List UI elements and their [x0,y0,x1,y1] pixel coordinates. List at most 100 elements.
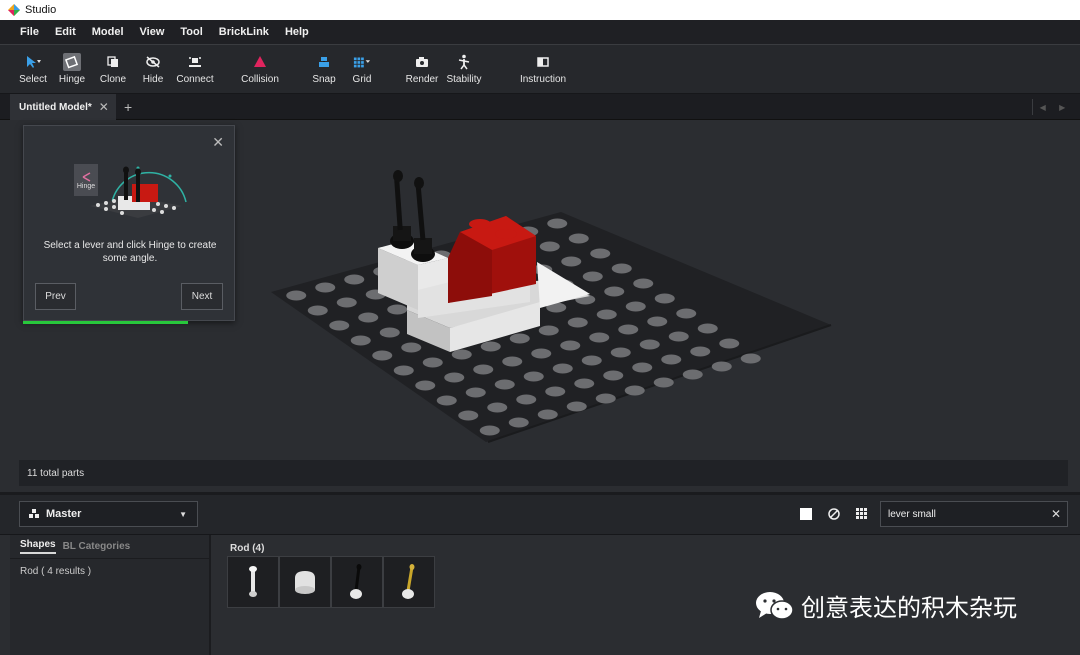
baseplate-stud [387,304,408,315]
baseplate[interactable] [271,212,832,443]
chevron-left-icon[interactable]: ◀ [1040,103,1046,112]
render-tool-button[interactable]: Render [400,53,444,85]
palette-set-label: Master [46,508,82,520]
next-button[interactable]: Next [181,283,223,310]
close-icon[interactable]: ✕ [99,100,109,114]
collision-triangle-icon [251,53,269,71]
hide-tool-label: Hide [142,74,164,85]
baseplate-stud [582,271,603,282]
lever-black-2[interactable] [411,177,435,262]
menu-edit[interactable]: Edit [47,26,84,38]
square-view-icon[interactable] [799,507,813,521]
instruction-tool-button[interactable]: Instruction [520,53,566,85]
palette-set-select[interactable]: Master ▼ [19,501,198,527]
tab-label: Untitled Model* [19,101,92,113]
baseplate-stud [618,324,639,335]
rod-white-icon [249,566,257,597]
part-search-input[interactable]: lever small ✕ [880,501,1068,527]
baseplate-stud [509,333,530,344]
search-value: lever small [888,508,936,520]
baseplate-stud [539,241,560,252]
grid-icon [353,53,371,71]
watermark-text: 创意表达的积木杂玩 [801,594,1017,622]
grid-view-icon[interactable] [855,507,869,521]
bricks-icon [29,509,39,518]
part-tile-lever-black[interactable] [331,556,383,608]
tab-untitled-model[interactable]: Untitled Model* ✕ [10,94,116,120]
baseplate-stud [372,350,393,361]
connect-tool-button[interactable]: Connect [173,53,217,85]
baseplate-stud [654,293,675,304]
part-tile-lever-gold[interactable] [383,556,435,608]
category-tabs: Shapes BL Categories [10,535,209,559]
document-tab-bar: Untitled Model* ✕ + ◀ ▶ [0,94,1080,120]
baseplate-stud [567,317,588,328]
baseplate-stud [690,346,711,357]
palette-category-pane: Shapes BL Categories Rod ( 4 results ) [10,535,211,655]
baseplate-stud [595,393,616,404]
baseplate-stud [415,380,436,391]
baseplate-stud [661,354,682,365]
color-filter-icon[interactable] [827,507,841,521]
baseplate-stud [401,342,422,353]
menu-file[interactable]: File [12,26,47,38]
menu-tool[interactable]: Tool [172,26,210,38]
result-count[interactable]: Rod ( 4 results ) [10,559,209,584]
chevron-right-icon[interactable]: ▶ [1059,103,1065,112]
hinge-tool-label: Hinge [58,74,86,85]
stability-icon [455,53,473,71]
add-tab-button[interactable]: + [124,99,132,115]
tab-bl-categories[interactable]: BL Categories [63,541,131,552]
baseplate-stud [639,339,660,350]
baseplate-stud [436,395,457,406]
menu-view[interactable]: View [132,26,173,38]
baseplate-stud [444,372,465,383]
baseplate-stud [451,349,472,360]
hide-tool-button[interactable]: Hide [131,53,175,85]
tutorial-popup: ✕ Hinge Select a lever and click Hinge t… [23,125,235,321]
snap-icon [315,53,333,71]
baseplate-stud [611,263,632,274]
baseplate-stud [590,248,611,259]
baseplate-stud [604,286,625,297]
menu-bricklink[interactable]: BrickLink [211,26,277,38]
collision-tool-button[interactable]: Collision [238,53,282,85]
stability-tool-label: Stability [446,74,482,85]
watermark: 创意表达的积木杂玩 [755,588,1017,623]
eye-slash-icon [144,53,162,71]
menu-model[interactable]: Model [84,26,132,38]
part-tile-cap-white[interactable] [279,556,331,608]
select-tool-button[interactable]: Select [11,53,55,85]
baseplate-stud [502,356,523,367]
total-parts-count: 11 total parts [27,467,85,479]
baseplate-stud [422,357,443,368]
stability-tool-button[interactable]: Stability [442,53,486,85]
app-title: Studio [25,4,57,16]
clear-search-icon[interactable]: ✕ [1051,507,1061,521]
hinge-tool-button[interactable]: Hinge [50,53,94,85]
left-margin [0,120,10,655]
baseplate-stud [315,282,336,293]
part-tile-rod-white[interactable] [227,556,279,608]
tutorial-text: Select a lever and click Hinge to create… [43,240,217,264]
select-tool-label: Select [19,74,47,85]
main-toolbar: Select Hinge Clone Hide Connect Collisio… [0,44,1080,94]
baseplate-stud [487,402,508,413]
baseplate-stud [465,387,486,398]
lever-black[interactable] [390,170,414,249]
baseplate-stud [545,386,566,397]
baseplate-stud [632,362,653,373]
baseplate-stud [625,301,646,312]
close-icon[interactable]: ✕ [212,134,224,151]
clone-tool-button[interactable]: Clone [91,53,135,85]
prev-button[interactable]: Prev [35,283,76,310]
baseplate-stud [286,290,307,301]
grid-tool-button[interactable]: Grid [340,53,384,85]
baseplate-stud [561,256,582,267]
tab-shapes[interactable]: Shapes [20,539,56,554]
menu-help[interactable]: Help [277,26,317,38]
baseplate-stud [344,274,365,285]
baseplate-stud [494,379,515,390]
baseplate-stud [508,417,529,428]
baseplate-stud [358,312,379,323]
